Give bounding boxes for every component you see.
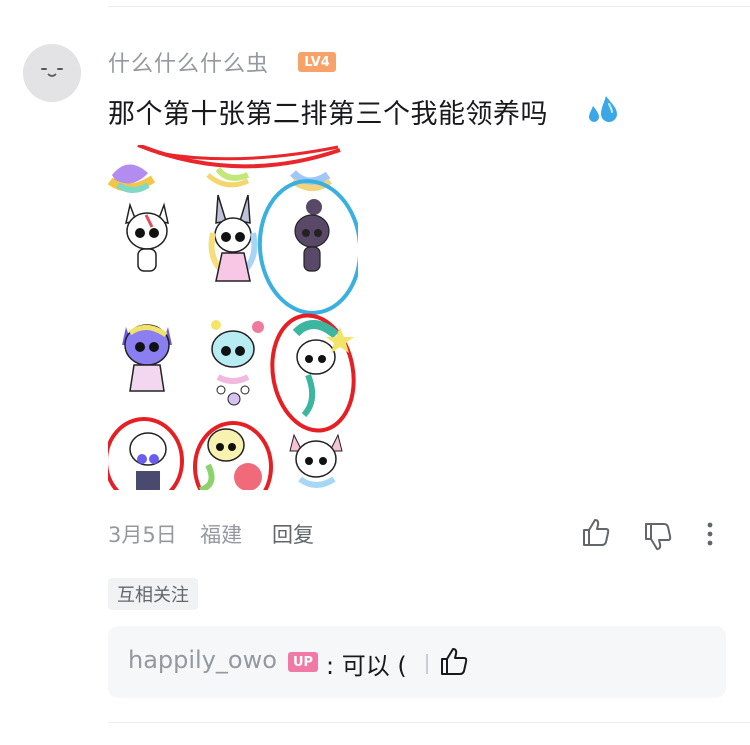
sweat-droplets-icon [584,94,620,126]
dislike-icon[interactable] [642,520,674,552]
reply-divider [426,654,428,674]
avatar[interactable] [23,44,81,102]
comment-text: 那个第十张第二排第三个我能领养吗 [108,99,548,130]
comment-date: 3月5日 [108,523,177,547]
reply-preview[interactable]: happily_owo UP : 可以 ( [108,626,726,698]
reply-text: : 可以 ( [326,652,407,680]
bottom-divider [108,722,750,723]
comment-location: 福建 [200,523,243,547]
comment-meta: 3月5日 福建 [108,519,242,549]
like-icon[interactable] [580,517,612,549]
reply-username[interactable]: happily_owo [128,646,277,674]
reply-button[interactable]: 回复 [272,519,314,549]
comment-username[interactable]: 什么什么什么虫 [108,46,269,78]
top-divider [108,6,750,7]
up-badge: UP [288,652,318,672]
like-icon[interactable] [438,646,470,678]
level-badge: LV4 [298,52,336,72]
more-options-icon[interactable] [698,518,722,550]
comment-image[interactable] [108,145,358,490]
mutual-follow-tag: 互相关注 [108,578,198,610]
